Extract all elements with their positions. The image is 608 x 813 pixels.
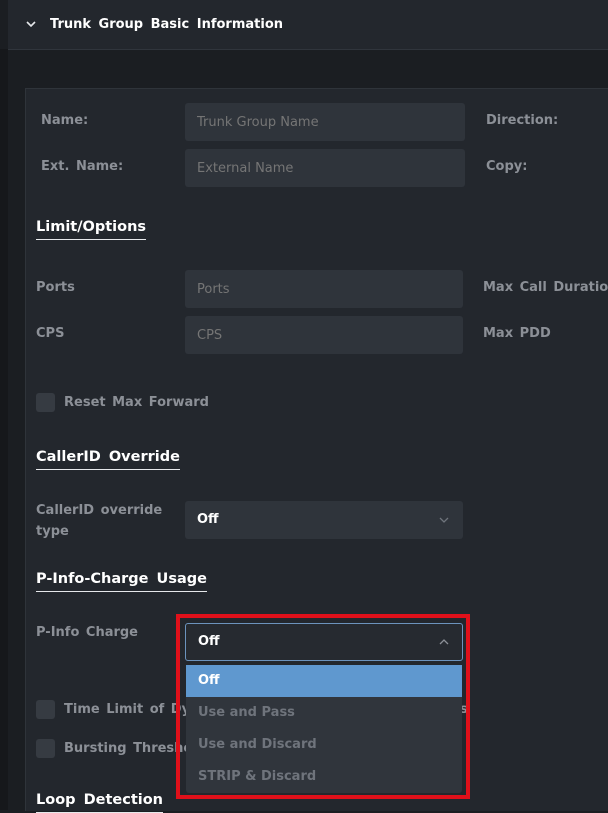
ports-label: Ports <box>36 280 75 295</box>
chevron-down-icon <box>439 517 449 523</box>
chevron-down-icon[interactable] <box>24 17 38 31</box>
callerid-type-label-line2: type <box>36 524 69 539</box>
callerid-type-select[interactable]: Off <box>185 501 463 539</box>
copy-label: Copy: <box>486 159 528 174</box>
callerid-type-value: Off <box>197 512 219 527</box>
name-input[interactable] <box>185 103 465 141</box>
max-pdd-label: Max PDD <box>483 326 551 341</box>
ext-name-label: Ext. Name: <box>41 159 124 174</box>
bursting-threshold-label: Bursting Thresho <box>64 741 193 756</box>
highlight-box <box>176 614 470 799</box>
reset-max-forward-checkbox[interactable] <box>36 393 55 412</box>
p-info-charge-label: P-Info Charge <box>36 625 139 640</box>
ext-name-input[interactable] <box>185 149 465 187</box>
direction-label: Direction: <box>486 113 559 128</box>
cps-input[interactable] <box>185 316 463 354</box>
cps-label: CPS <box>36 326 65 341</box>
p-info-charge-heading: P-Info-Charge Usage <box>36 571 207 592</box>
max-call-duration-label: Max Call Duration <box>483 280 608 295</box>
left-rail <box>0 49 8 810</box>
limit-options-heading: Limit/Options <box>36 219 147 240</box>
ports-input[interactable] <box>185 270 463 308</box>
callerid-type-label-line1: CallerID override <box>36 503 163 518</box>
callerid-override-heading: CallerID Override <box>36 449 180 470</box>
time-limit-label: Time Limit of Dy <box>64 702 191 717</box>
reset-max-forward-label: Reset Max Forward <box>64 395 209 410</box>
time-limit-checkbox[interactable] <box>36 700 55 719</box>
name-label: Name: <box>41 113 89 128</box>
bursting-threshold-checkbox[interactable] <box>36 739 55 758</box>
section-title: Trunk Group Basic Information <box>50 17 284 32</box>
